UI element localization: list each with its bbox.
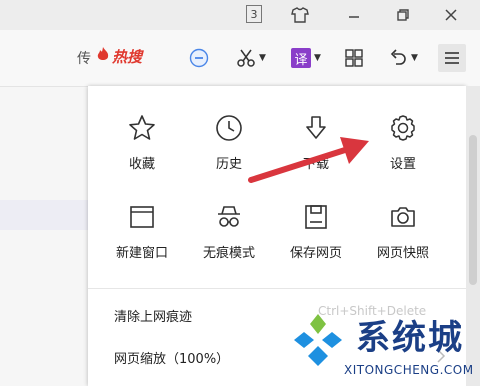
menu-item-label: 收藏 xyxy=(128,157,155,172)
translate-icon: 译 xyxy=(291,48,312,68)
undo-icon xyxy=(390,49,406,65)
annotation-arrow xyxy=(248,137,369,183)
restore-icon[interactable] xyxy=(392,4,414,26)
scissors-icon xyxy=(237,49,255,67)
save-icon xyxy=(299,200,333,234)
chevron-down-icon: ▼ xyxy=(411,53,418,63)
menu-item-clear-history[interactable]: 清除上网痕迹 xyxy=(114,306,192,325)
page-content xyxy=(0,87,90,386)
scissors-button[interactable]: ▼ xyxy=(230,44,272,72)
chevron-down-icon: ▼ xyxy=(259,53,266,63)
menu-item-incognito[interactable]: 无痕模式 xyxy=(184,200,274,261)
flame-icon xyxy=(96,46,110,62)
menu-item-label: 设置 xyxy=(389,157,416,172)
menu-item-snapshot[interactable]: 网页快照 xyxy=(358,200,448,261)
gear-icon xyxy=(386,111,420,145)
hamburger-icon xyxy=(445,52,459,64)
tab-count-icon[interactable]: 3 xyxy=(246,5,262,23)
menu-item-label: 网页快照 xyxy=(376,246,429,261)
translate-button[interactable]: 译 ▼ xyxy=(285,44,327,72)
scrollbar-thumb[interactable] xyxy=(469,135,477,285)
menu-item-label: 新建窗口 xyxy=(115,246,168,261)
menu-item-label: 历史 xyxy=(215,157,242,172)
page-content-blur xyxy=(0,200,90,230)
star-icon xyxy=(125,111,159,145)
hot-search-prefix: 传 xyxy=(77,51,91,67)
shirt-icon[interactable] xyxy=(289,4,311,26)
close-icon[interactable] xyxy=(440,4,462,26)
undo-button[interactable]: ▼ xyxy=(383,44,423,72)
incognito-icon xyxy=(212,200,246,234)
menu-item-label: 保存网页 xyxy=(289,246,342,261)
camera-icon xyxy=(386,200,420,234)
watermark-url: XITONGCHENG.COM xyxy=(344,363,474,377)
watermark-title: 系统城 xyxy=(356,318,464,358)
apps-grid-icon[interactable] xyxy=(340,44,368,72)
menu-divider xyxy=(88,288,466,289)
menu-item-favorites[interactable]: 收藏 xyxy=(97,111,187,172)
menu-item-new-window[interactable]: 新建窗口 xyxy=(97,200,187,261)
menu-item-zoom[interactable]: 网页缩放（100%） xyxy=(114,348,229,367)
menu-button[interactable] xyxy=(438,44,466,72)
window-icon xyxy=(125,200,159,234)
minus-icon[interactable] xyxy=(186,44,212,72)
hot-search-link[interactable]: 热搜 xyxy=(112,46,142,67)
minimize-icon[interactable] xyxy=(343,4,365,26)
menu-item-label: 无痕模式 xyxy=(202,246,255,261)
watermark-logo-icon xyxy=(294,314,342,366)
chevron-down-icon: ▼ xyxy=(314,53,321,63)
menu-item-save-page[interactable]: 保存网页 xyxy=(271,200,361,261)
clock-icon xyxy=(212,111,246,145)
